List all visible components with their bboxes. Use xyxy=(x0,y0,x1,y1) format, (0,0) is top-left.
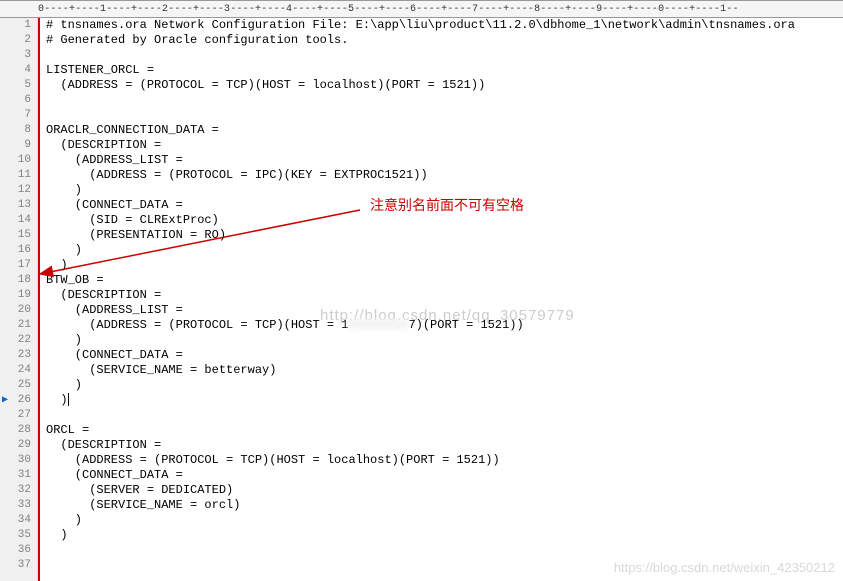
line-number: 2 xyxy=(0,33,31,48)
line-number: 7 xyxy=(0,108,31,123)
line-number: 22 xyxy=(0,333,31,348)
code-line[interactable]: ) xyxy=(46,378,843,393)
line-number: 34 xyxy=(0,513,31,528)
ruler: 0----+----1----+----2----+----3----+----… xyxy=(0,0,843,18)
line-number: 3 xyxy=(0,48,31,63)
code-line[interactable]: ) xyxy=(46,243,843,258)
code-line[interactable]: (ADDRESS = (PROTOCOL = IPC)(KEY = EXTPRO… xyxy=(46,168,843,183)
code-line[interactable]: (SERVICE_NAME = orcl) xyxy=(46,498,843,513)
code-line[interactable]: ) xyxy=(46,513,843,528)
code-line[interactable]: ) xyxy=(46,333,843,348)
code-line[interactable]: ORCL = xyxy=(46,423,843,438)
line-number: 14 xyxy=(0,213,31,228)
code-line[interactable]: (ADDRESS = (PROTOCOL = TCP)(HOST = local… xyxy=(46,453,843,468)
line-number: 1 xyxy=(0,18,31,33)
line-number: 6 xyxy=(0,93,31,108)
code-line[interactable]: (DESCRIPTION = xyxy=(46,138,843,153)
code-line[interactable]: (ADDRESS_LIST = xyxy=(46,153,843,168)
line-number: 4 xyxy=(0,63,31,78)
line-number: 5 xyxy=(0,78,31,93)
code-line[interactable]: (PRESENTATION = RO) xyxy=(46,228,843,243)
code-line[interactable]: (ADDRESS = (PROTOCOL = TCP)(HOST = local… xyxy=(46,78,843,93)
code-line[interactable]: ) xyxy=(46,183,843,198)
code-area[interactable]: 注意别名前面不可有空格 http://blog.csdn.net/qq_3057… xyxy=(38,18,843,581)
line-number: 9 xyxy=(0,138,31,153)
code-line[interactable]: (SERVER = DEDICATED) xyxy=(46,483,843,498)
line-number: 20 xyxy=(0,303,31,318)
line-number: 25 xyxy=(0,378,31,393)
code-line[interactable]: ) xyxy=(46,258,843,273)
line-gutter: ▶ 12345678910111213141516171819202122232… xyxy=(0,18,38,581)
footer-watermark: https://blog.csdn.net/weixin_42350212 xyxy=(614,560,835,575)
line-number: 29 xyxy=(0,438,31,453)
line-number: 23 xyxy=(0,348,31,363)
line-number: 24 xyxy=(0,363,31,378)
line-number: 10 xyxy=(0,153,31,168)
line-number: 37 xyxy=(0,558,31,573)
line-number: 33 xyxy=(0,498,31,513)
line-number: 17 xyxy=(0,258,31,273)
code-line[interactable]: (CONNECT_DATA = xyxy=(46,468,843,483)
code-line[interactable] xyxy=(46,93,843,108)
line-number: 11 xyxy=(0,168,31,183)
line-number: 13 xyxy=(0,198,31,213)
code-line[interactable] xyxy=(46,408,843,423)
code-line[interactable]: ) xyxy=(46,393,843,408)
code-line[interactable]: (SID = CLRExtProc) xyxy=(46,213,843,228)
code-line[interactable] xyxy=(46,108,843,123)
line-number: 31 xyxy=(0,468,31,483)
line-number: 35 xyxy=(0,528,31,543)
code-line[interactable]: BTW_OB = xyxy=(46,273,843,288)
bookmark-marker-icon: ▶ xyxy=(2,393,8,408)
code-line[interactable]: (DESCRIPTION = xyxy=(46,438,843,453)
line-number: 19 xyxy=(0,288,31,303)
code-line[interactable]: ORACLR_CONNECTION_DATA = xyxy=(46,123,843,138)
line-number: 16 xyxy=(0,243,31,258)
line-number: 27 xyxy=(0,408,31,423)
line-number: 21 xyxy=(0,318,31,333)
line-number: 18 xyxy=(0,273,31,288)
code-line[interactable]: # Generated by Oracle configuration tool… xyxy=(46,33,843,48)
line-number: 15 xyxy=(0,228,31,243)
line-number: 8 xyxy=(0,123,31,138)
code-line[interactable]: LISTENER_ORCL = xyxy=(46,63,843,78)
annotation-text: 注意别名前面不可有空格 xyxy=(370,198,524,213)
line-number: 36 xyxy=(0,543,31,558)
editor-pane: ▶ 12345678910111213141516171819202122232… xyxy=(0,18,843,581)
line-number: 32 xyxy=(0,483,31,498)
line-number: 28 xyxy=(0,423,31,438)
code-line[interactable]: (SERVICE_NAME = betterway) xyxy=(46,363,843,378)
code-line[interactable]: ) xyxy=(46,528,843,543)
line-number: 12 xyxy=(0,183,31,198)
code-line[interactable] xyxy=(46,543,843,558)
code-line[interactable]: # tnsnames.ora Network Configuration Fil… xyxy=(46,18,843,33)
code-line[interactable] xyxy=(46,48,843,63)
code-line[interactable]: (DESCRIPTION = xyxy=(46,288,843,303)
code-line[interactable]: (CONNECT_DATA = xyxy=(46,348,843,363)
line-number: 30 xyxy=(0,453,31,468)
